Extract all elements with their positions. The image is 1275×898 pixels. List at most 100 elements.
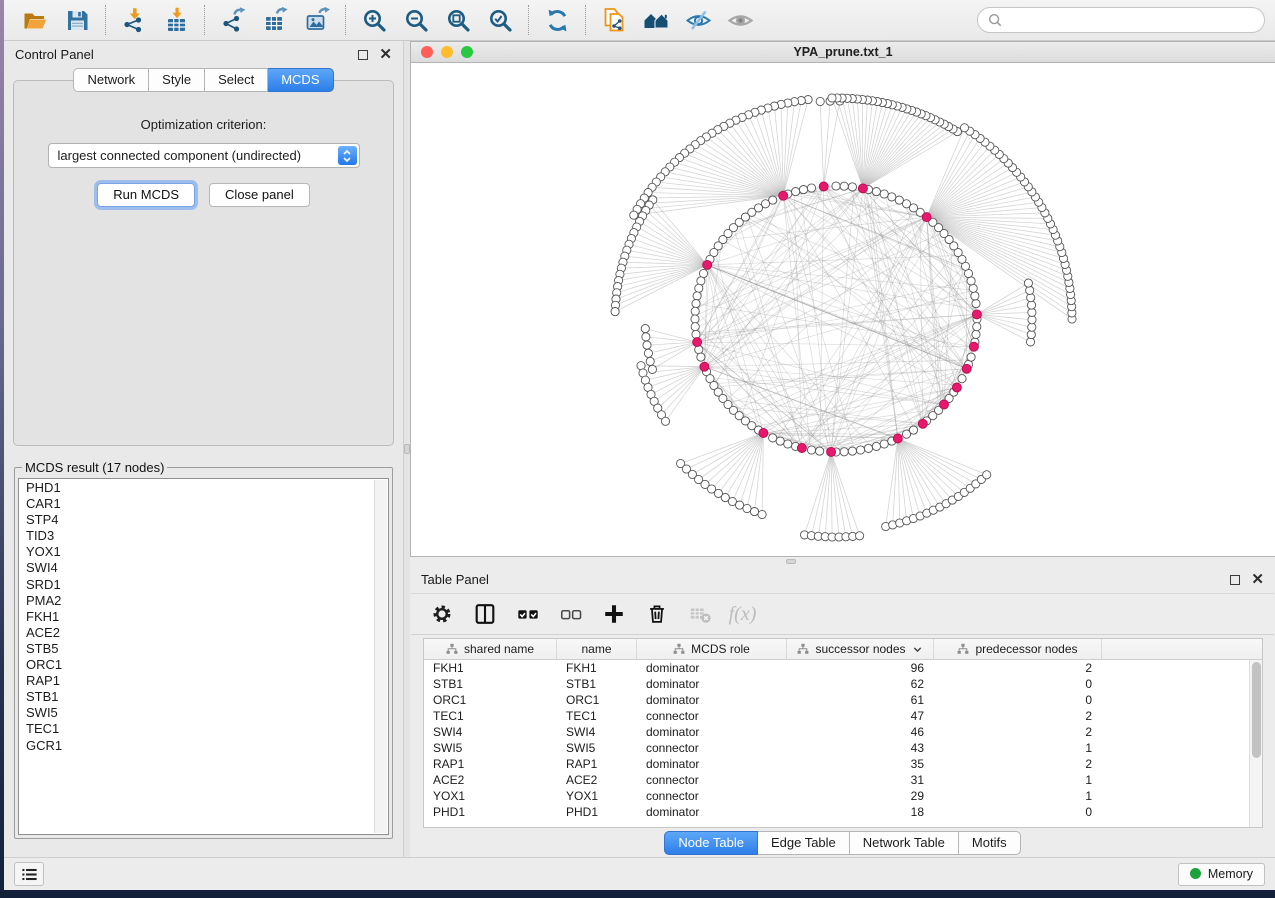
close-panel-icon[interactable]: ✕: [1251, 572, 1264, 587]
table-cell[interactable]: FKH1: [424, 660, 557, 676]
graph-node[interactable]: [648, 365, 656, 373]
graph-hub-node[interactable]: [962, 364, 971, 373]
table-cell[interactable]: 43: [787, 740, 934, 756]
list-item[interactable]: SRD1: [26, 577, 388, 593]
list-item[interactable]: TEC1: [26, 721, 388, 737]
table-scrollbar[interactable]: [1249, 660, 1262, 827]
show-columns-icon[interactable]: [471, 601, 498, 628]
graph-node[interactable]: [697, 277, 705, 285]
table-cell[interactable]: 1: [934, 788, 1102, 804]
graph-hub-node[interactable]: [779, 191, 788, 200]
table-cell[interactable]: ACE2: [424, 772, 557, 788]
table-cell[interactable]: RAP1: [557, 756, 637, 772]
export-table-icon[interactable]: [254, 3, 296, 37]
graph-hub-node[interactable]: [700, 362, 709, 371]
graph-hub-node[interactable]: [858, 184, 867, 193]
table-cell[interactable]: PHD1: [557, 804, 637, 820]
table-cell[interactable]: 29: [787, 788, 934, 804]
graph-node[interactable]: [769, 434, 777, 442]
zoom-selected-icon[interactable]: [479, 3, 521, 37]
table-row[interactable]: STB1STB1dominator620: [424, 676, 1262, 692]
graph-node[interactable]: [776, 437, 784, 445]
list-item[interactable]: FKH1: [26, 609, 388, 625]
list-item[interactable]: STP4: [26, 512, 388, 528]
search-input[interactable]: [1007, 12, 1255, 29]
table-cell[interactable]: SWI5: [557, 740, 637, 756]
table-cell[interactable]: 46: [787, 724, 934, 740]
graph-node[interactable]: [691, 315, 699, 323]
tab-network[interactable]: Network: [73, 68, 149, 92]
deselect-all-icon[interactable]: [557, 601, 584, 628]
table-cell[interactable]: 0: [934, 692, 1102, 708]
graph-hub-node[interactable]: [940, 400, 949, 409]
graph-node[interactable]: [807, 446, 815, 454]
list-item[interactable]: GCR1: [26, 738, 388, 754]
graph-node[interactable]: [646, 357, 654, 365]
table-cell[interactable]: YOX1: [424, 788, 557, 804]
list-item[interactable]: PHD1: [26, 480, 388, 496]
close-panel-button[interactable]: Close panel: [209, 183, 310, 207]
task-history-button[interactable]: [14, 862, 44, 886]
graph-hub-node[interactable]: [952, 383, 961, 392]
graph-node[interactable]: [691, 323, 699, 331]
splitter-handle[interactable]: [404, 444, 410, 454]
save-icon[interactable]: [56, 3, 98, 37]
select-all-icon[interactable]: [514, 601, 541, 628]
graph-hub-node[interactable]: [972, 310, 981, 319]
column-header-name[interactable]: name: [557, 639, 637, 659]
graph-node[interactable]: [969, 284, 977, 292]
settings-icon[interactable]: [428, 601, 455, 628]
graph-hub-node[interactable]: [759, 429, 768, 438]
search-box[interactable]: [977, 7, 1265, 33]
graph-node[interactable]: [864, 444, 872, 452]
table-cell[interactable]: TEC1: [557, 708, 637, 724]
graph-hub-node[interactable]: [819, 182, 828, 191]
column-header-mcds-role[interactable]: MCDS role: [637, 639, 787, 659]
graph-node[interactable]: [697, 353, 705, 361]
graph-node[interactable]: [816, 447, 824, 455]
table-cell[interactable]: 61: [787, 692, 934, 708]
graph-node[interactable]: [1027, 331, 1035, 339]
graph-hub-node[interactable]: [969, 342, 978, 351]
table-cell[interactable]: 2: [934, 724, 1102, 740]
table-cell[interactable]: 1: [934, 740, 1102, 756]
table-cell[interactable]: dominator: [637, 804, 787, 820]
export-network-icon[interactable]: [212, 3, 254, 37]
close-panel-icon[interactable]: ✕: [379, 47, 392, 62]
list-item[interactable]: RAP1: [26, 673, 388, 689]
graph-hub-node[interactable]: [922, 213, 931, 222]
table-cell[interactable]: 96: [787, 660, 934, 676]
table-cell[interactable]: RAP1: [424, 756, 557, 772]
table-cell[interactable]: ORC1: [557, 692, 637, 708]
table-row[interactable]: SWI4SWI4dominator462: [424, 724, 1262, 740]
tab-style[interactable]: Style: [149, 68, 205, 92]
tab-select[interactable]: Select: [205, 68, 268, 92]
table-cell[interactable]: dominator: [637, 692, 787, 708]
table-cell[interactable]: dominator: [637, 660, 787, 676]
graph-node[interactable]: [792, 188, 800, 196]
run-mcds-button[interactable]: Run MCDS: [97, 183, 195, 207]
graph-hub-node[interactable]: [693, 338, 702, 347]
maximize-window-icon[interactable]: [461, 46, 473, 58]
table-row[interactable]: YOX1YOX1connector291: [424, 788, 1262, 804]
tab-mcds[interactable]: MCDS: [268, 68, 333, 92]
column-header-shared-name[interactable]: shared name: [424, 639, 557, 659]
table-cell[interactable]: 2: [934, 756, 1102, 772]
new-network-from-selection-icon[interactable]: [593, 3, 635, 37]
scrollbar-thumb[interactable]: [1252, 662, 1261, 758]
table-row[interactable]: FKH1FKH1dominator962: [424, 660, 1262, 676]
table-row[interactable]: PHD1PHD1dominator180: [424, 804, 1262, 820]
table-cell[interactable]: 62: [787, 676, 934, 692]
memory-button[interactable]: Memory: [1178, 863, 1265, 886]
table-cell[interactable]: SWI4: [424, 724, 557, 740]
table-cell[interactable]: connector: [637, 708, 787, 724]
graph-node[interactable]: [872, 188, 880, 196]
graph-node[interactable]: [643, 341, 651, 349]
column-header-successor-nodes[interactable]: successor nodes: [787, 639, 934, 659]
graph-node[interactable]: [848, 447, 856, 455]
list-item[interactable]: STB5: [26, 641, 388, 657]
list-item[interactable]: TID3: [26, 528, 388, 544]
list-scrollbar[interactable]: [374, 480, 387, 833]
table-row[interactable]: RAP1RAP1dominator352: [424, 756, 1262, 772]
table-cell[interactable]: connector: [637, 788, 787, 804]
